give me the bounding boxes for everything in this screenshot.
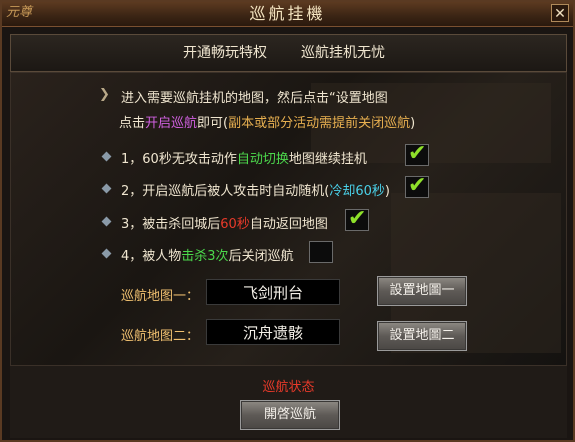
- option-3-part-a: 3，被击杀回城后: [121, 217, 221, 232]
- option-2-part-a: 2，开启巡航后被人攻击时自动随机(: [121, 184, 330, 199]
- option-4-part-b: 击杀3次: [181, 249, 229, 264]
- check-icon: ✔: [348, 206, 367, 231]
- option-1-checkbox[interactable]: ✔: [405, 141, 429, 166]
- option-1-part-a: 1，60秒无攻击动作: [121, 152, 237, 167]
- diamond-icon: [101, 248, 112, 259]
- cruise-worry-free-text: 巡航挂机无忧: [301, 45, 385, 61]
- instruction-line-1: 进入需要巡航挂机的地图，然后点击“设置地图: [121, 91, 388, 106]
- option-4-part-a: 4，被人物: [121, 249, 182, 264]
- instruction-note-text: 副本或部分活动需提前关闭巡航: [228, 116, 411, 131]
- set-map-1-button[interactable]: 設置地圖一: [377, 276, 467, 306]
- option-1-part-c: 地图继续挂机: [288, 152, 367, 167]
- privilege-banner: 开通畅玩特权 巡航挂机无忧: [10, 34, 567, 72]
- map-2-label: 巡航地图二：: [121, 329, 200, 344]
- option-2-part-b: 冷却60秒: [329, 184, 385, 199]
- instruction-start-cruise-text: 开启巡航: [145, 116, 198, 131]
- check-icon: ✔: [408, 141, 427, 166]
- title-bar[interactable]: 元尊 巡航挂機 ✕: [2, 2, 573, 27]
- option-2-part-c: ): [384, 184, 390, 199]
- map-1-label: 巡航地图一：: [121, 289, 200, 304]
- option-3-checkbox[interactable]: ✔: [345, 206, 369, 231]
- diamond-icon: [101, 183, 112, 194]
- option-1-part-b: 自动切换: [236, 152, 289, 167]
- close-icon: ✕: [554, 6, 566, 22]
- option-2-checkbox[interactable]: ✔: [405, 173, 429, 198]
- cruise-settings-panel: ❯ 进入需要巡航挂机的地图，然后点击“设置地图 点击开启巡航即可(副本或部分活动…: [10, 72, 567, 366]
- instruction-click-text: 点击: [119, 116, 146, 131]
- open-privilege-text: 开通畅玩特权: [183, 45, 267, 61]
- option-4-checkbox[interactable]: [309, 241, 333, 263]
- map-1-field: 飞剑刑台: [206, 279, 340, 305]
- cruise-window: 元尊 巡航挂機 ✕ 开通畅玩特权 巡航挂机无忧 ❯ 进入需要巡航挂机的地图，然后…: [0, 0, 575, 442]
- diamond-icon: [101, 151, 112, 162]
- check-icon: ✔: [408, 173, 427, 198]
- option-4-part-c: 后关闭巡航: [228, 249, 294, 264]
- option-3-text: 3，被击杀回城后60秒自动返回地图: [121, 213, 328, 232]
- start-cruise-button[interactable]: 開啓巡航: [240, 400, 340, 430]
- footer-panel: 巡航状态 開啓巡航: [10, 366, 567, 438]
- cruise-status-text: 巡航状态: [262, 380, 315, 395]
- set-map-2-button[interactable]: 設置地圖二: [377, 321, 467, 351]
- option-3-part-b: 60秒: [220, 217, 250, 232]
- instruction-ok-text: 即可(: [197, 116, 229, 131]
- instruction-line-2: 点击开启巡航即可(副本或部分活动需提前关闭巡航): [119, 112, 415, 131]
- option-4-text: 4，被人物击杀3次后关闭巡航: [121, 245, 294, 264]
- option-1-text: 1，60秒无攻击动作自动切换地图继续挂机: [121, 148, 367, 167]
- window-title: 巡航挂機: [249, 4, 326, 23]
- arrow-icon: ❯: [99, 87, 110, 102]
- map-2-field: 沉舟遗骸: [206, 319, 340, 345]
- option-3-part-c: 自动返回地图: [249, 217, 328, 232]
- option-2-text: 2，开启巡航后被人攻击时自动随机(冷却60秒): [121, 180, 390, 199]
- diamond-icon: [101, 216, 112, 227]
- instruction-close-paren: ): [410, 116, 416, 131]
- close-button[interactable]: ✕: [551, 4, 569, 22]
